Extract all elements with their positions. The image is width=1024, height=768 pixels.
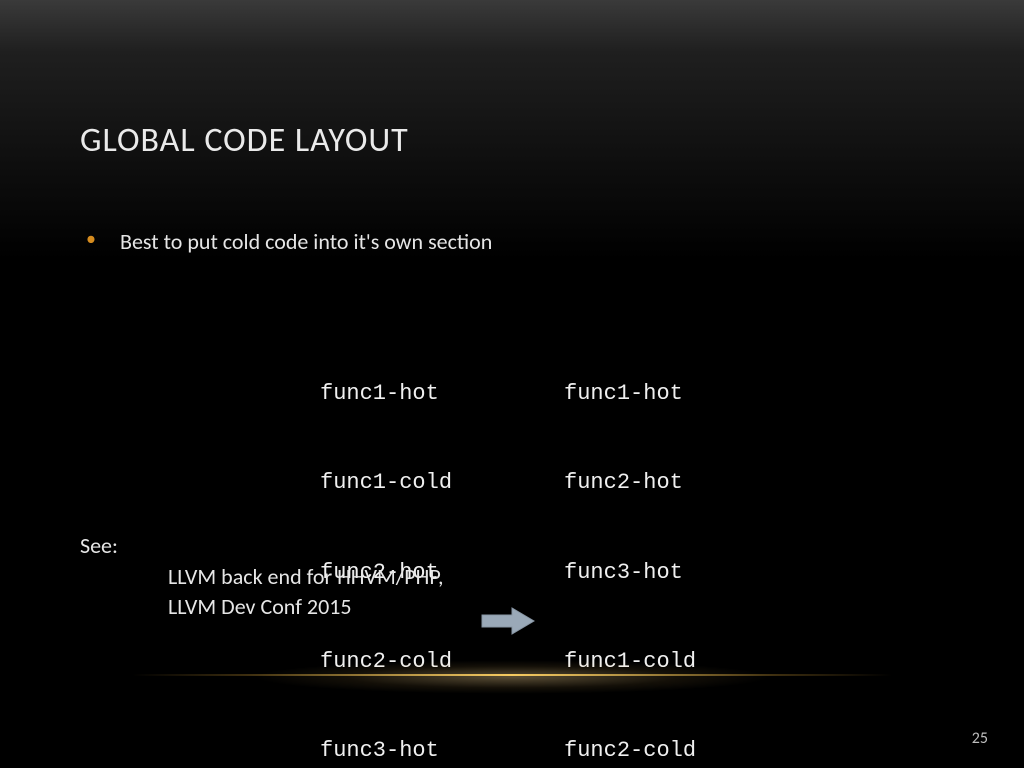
code-line: func2-cold xyxy=(564,736,696,766)
code-line: func3-hot xyxy=(320,736,452,766)
code-line: func3-hot xyxy=(564,558,696,588)
code-comparison: func1-hot func1-cold func2-hot func2-col… xyxy=(320,320,696,768)
see-label: See: xyxy=(80,532,118,559)
code-column-right: func1-hot func2-hot func3-hot func1-cold… xyxy=(564,320,696,768)
code-line: func2-hot xyxy=(564,468,696,498)
reference-line: LLVM back end for HHVM/PHP, xyxy=(168,562,444,592)
code-line: func1-cold xyxy=(320,468,452,498)
code-column-left: func1-hot func1-cold func2-hot func2-col… xyxy=(320,320,452,768)
slide-title: GLOBAL CODE LAYOUT xyxy=(80,120,409,161)
code-line: func2-cold xyxy=(320,647,452,677)
bullet-item: Best to put cold code into it's own sect… xyxy=(80,228,492,255)
slide: GLOBAL CODE LAYOUT Best to put cold code… xyxy=(0,0,1024,768)
page-number: 25 xyxy=(972,729,988,748)
arrow-right-icon xyxy=(480,606,536,636)
references-block: LLVM back end for HHVM/PHP, LLVM Dev Con… xyxy=(168,562,444,621)
reference-line: LLVM Dev Conf 2015 xyxy=(168,592,444,622)
code-line: func1-hot xyxy=(320,379,452,409)
bullet-list: Best to put cold code into it's own sect… xyxy=(80,228,492,255)
code-line: func1-hot xyxy=(564,379,696,409)
code-line: func1-cold xyxy=(564,647,696,677)
